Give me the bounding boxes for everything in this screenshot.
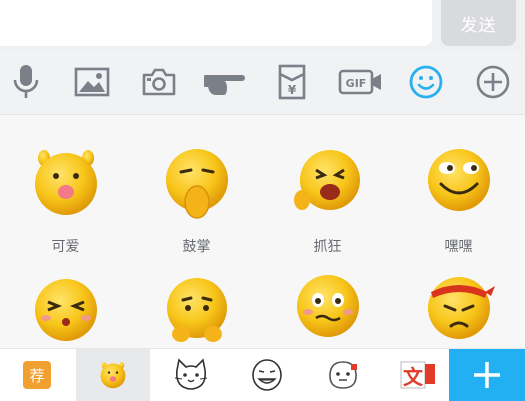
plus-icon: [474, 362, 500, 388]
svg-text:¥: ¥: [288, 83, 297, 97]
tab-recommend[interactable]: 荐: [0, 349, 74, 401]
voice-button[interactable]: [4, 62, 48, 102]
red-packet-icon: ¥: [278, 64, 306, 100]
send-button[interactable]: 发送: [441, 0, 516, 46]
red-packet-button[interactable]: ¥: [270, 62, 314, 102]
plus-circle-icon: [476, 65, 510, 99]
cat-icon: [174, 358, 208, 390]
emoji-grid: 可爱 鼓掌 抓狂 嘿嘿: [0, 115, 525, 348]
hehe-face-icon: [427, 149, 490, 211]
recommend-icon: 荐: [23, 361, 51, 389]
composer-area: 发送: [0, 0, 525, 50]
tab-cat-pack[interactable]: [154, 349, 228, 401]
applause-face-icon: [165, 149, 228, 219]
tab-yellow-face-pack[interactable]: [76, 349, 150, 401]
emoji-cute[interactable]: 可爱: [0, 142, 131, 256]
poke-button[interactable]: [204, 62, 248, 102]
frantic-face-icon: [293, 150, 360, 210]
text-sticker-icon: 文: [400, 361, 435, 389]
svg-text:GIF: GIF: [346, 77, 367, 90]
tab-text-pack[interactable]: 文: [380, 349, 454, 401]
emoji-button[interactable]: [404, 62, 448, 102]
input-toolbar: ¥ GIF: [0, 50, 525, 115]
emoji-hehe[interactable]: 嘿嘿: [393, 142, 524, 256]
pitiful-face-icon: [166, 278, 227, 342]
cute-face-icon: [34, 150, 97, 215]
message-input[interactable]: [0, 0, 432, 46]
camera-icon: [142, 68, 176, 96]
awkward-face-icon: [296, 275, 359, 337]
emoji-pack-bar: 荐 文: [0, 348, 525, 401]
rage-face-icon: [252, 359, 282, 391]
image-button[interactable]: [70, 62, 114, 102]
more-button[interactable]: [471, 62, 515, 102]
add-emoji-pack-button[interactable]: [449, 349, 525, 401]
tab-sticker-pack[interactable]: [306, 349, 380, 401]
sticker-icon: [329, 361, 357, 389]
emoji-applause[interactable]: 鼓掌: [131, 142, 262, 256]
headband-face-icon: [427, 277, 495, 339]
microphone-icon: [13, 65, 39, 98]
svg-text:文: 文: [403, 365, 424, 389]
camera-button[interactable]: [137, 62, 181, 102]
emoji-label: 嘿嘿: [444, 239, 473, 255]
gif-button[interactable]: GIF: [337, 62, 385, 102]
yellow-face-icon: [100, 362, 126, 389]
emoji-label: 鼓掌: [182, 239, 211, 255]
image-icon: [74, 67, 110, 97]
squint-face-icon: [34, 279, 97, 341]
gif-icon: GIF: [338, 69, 381, 95]
pointing-hand-icon: [204, 75, 245, 95]
smiley-icon: [409, 65, 443, 99]
emoji-frantic[interactable]: 抓狂: [262, 142, 393, 256]
emoji-label: 可爱: [51, 239, 80, 255]
tab-rage-face-pack[interactable]: [230, 349, 304, 401]
emoji-label: 抓狂: [313, 239, 342, 255]
